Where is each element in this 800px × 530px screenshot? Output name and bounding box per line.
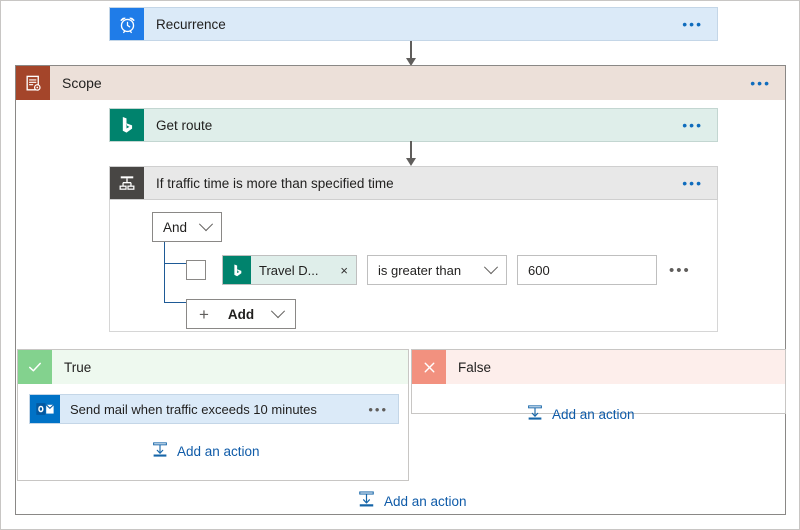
send-mail-title: Send mail when traffic exceeds 10 minute… bbox=[60, 395, 358, 423]
checkmark-icon bbox=[18, 350, 52, 384]
connector-arrow-trigger-to-scope bbox=[403, 41, 419, 66]
add-action-false-button[interactable]: Add an action bbox=[526, 404, 635, 425]
get-route-title: Get route bbox=[144, 109, 668, 141]
close-icon[interactable]: × bbox=[334, 263, 348, 278]
plus-icon: + bbox=[199, 306, 209, 323]
alarm-clock-icon bbox=[110, 8, 144, 40]
condition-operator-label: is greater than bbox=[378, 263, 461, 278]
branch-false-header: False bbox=[412, 350, 785, 384]
scope-menu-button[interactable]: ••• bbox=[736, 66, 785, 100]
scope-document-gear-icon bbox=[16, 66, 50, 100]
trigger-title: Recurrence bbox=[144, 8, 668, 40]
condition-menu-button[interactable]: ••• bbox=[668, 167, 717, 199]
insert-below-icon bbox=[357, 490, 376, 512]
insert-below-icon bbox=[526, 404, 544, 425]
condition-header[interactable]: If traffic time is more than specified t… bbox=[109, 166, 718, 200]
scope-title: Scope bbox=[50, 66, 736, 100]
action-card-get-route[interactable]: Get route ••• bbox=[109, 108, 718, 142]
trigger-card-recurrence[interactable]: Recurrence ••• bbox=[109, 7, 718, 41]
add-action-scope-label: Add an action bbox=[384, 494, 467, 509]
logical-operator-dropdown[interactable]: And bbox=[152, 212, 222, 242]
condition-value-text: 600 bbox=[528, 263, 550, 278]
get-route-menu-button[interactable]: ••• bbox=[668, 109, 717, 141]
add-condition-button[interactable]: + Add bbox=[186, 299, 296, 329]
trigger-menu-button[interactable]: ••• bbox=[668, 8, 717, 40]
add-action-true-label: Add an action bbox=[177, 444, 260, 459]
chevron-down-icon bbox=[199, 217, 213, 231]
outlook-icon bbox=[30, 395, 60, 423]
branch-true-title: True bbox=[52, 350, 408, 384]
close-x-icon bbox=[412, 350, 446, 384]
action-card-send-mail[interactable]: Send mail when traffic exceeds 10 minute… bbox=[29, 394, 399, 424]
condition-row-checkbox[interactable] bbox=[186, 260, 206, 280]
add-action-true-button[interactable]: Add an action bbox=[151, 441, 260, 462]
condition-title: If traffic time is more than specified t… bbox=[144, 167, 668, 199]
branch-true-header: True bbox=[18, 350, 408, 384]
bing-maps-icon bbox=[110, 109, 144, 141]
workflow-designer-canvas: Recurrence ••• Scope ••• bbox=[0, 0, 800, 530]
add-action-scope-button[interactable]: Add an action bbox=[357, 490, 467, 512]
condition-block: If traffic time is more than specified t… bbox=[109, 166, 718, 332]
logical-operator-label: And bbox=[163, 220, 187, 235]
condition-body: And Travel D... × i bbox=[109, 200, 718, 332]
condition-value-input[interactable]: 600 bbox=[517, 255, 657, 285]
token-body: Travel D... × bbox=[251, 256, 356, 284]
condition-row-menu-button[interactable]: ••• bbox=[669, 262, 691, 279]
branch-false-title: False bbox=[446, 350, 785, 384]
scope-header[interactable]: Scope ••• bbox=[16, 66, 785, 100]
connector-arrow-route-to-condition bbox=[403, 141, 419, 166]
chevron-down-icon bbox=[271, 304, 285, 318]
insert-below-icon bbox=[151, 441, 169, 462]
add-condition-label: Add bbox=[228, 307, 254, 322]
condition-operator-dropdown[interactable]: is greater than bbox=[367, 255, 507, 285]
send-mail-menu-button[interactable]: ••• bbox=[358, 395, 398, 423]
bing-maps-icon bbox=[223, 256, 251, 284]
condition-branch-icon bbox=[110, 167, 144, 199]
condition-parameter-token[interactable]: Travel D... × bbox=[222, 255, 357, 285]
chevron-down-icon bbox=[484, 260, 498, 274]
condition-row: Travel D... × is greater than 600 ••• bbox=[152, 255, 717, 285]
token-label: Travel D... bbox=[259, 263, 318, 278]
add-action-false-label: Add an action bbox=[552, 407, 635, 422]
